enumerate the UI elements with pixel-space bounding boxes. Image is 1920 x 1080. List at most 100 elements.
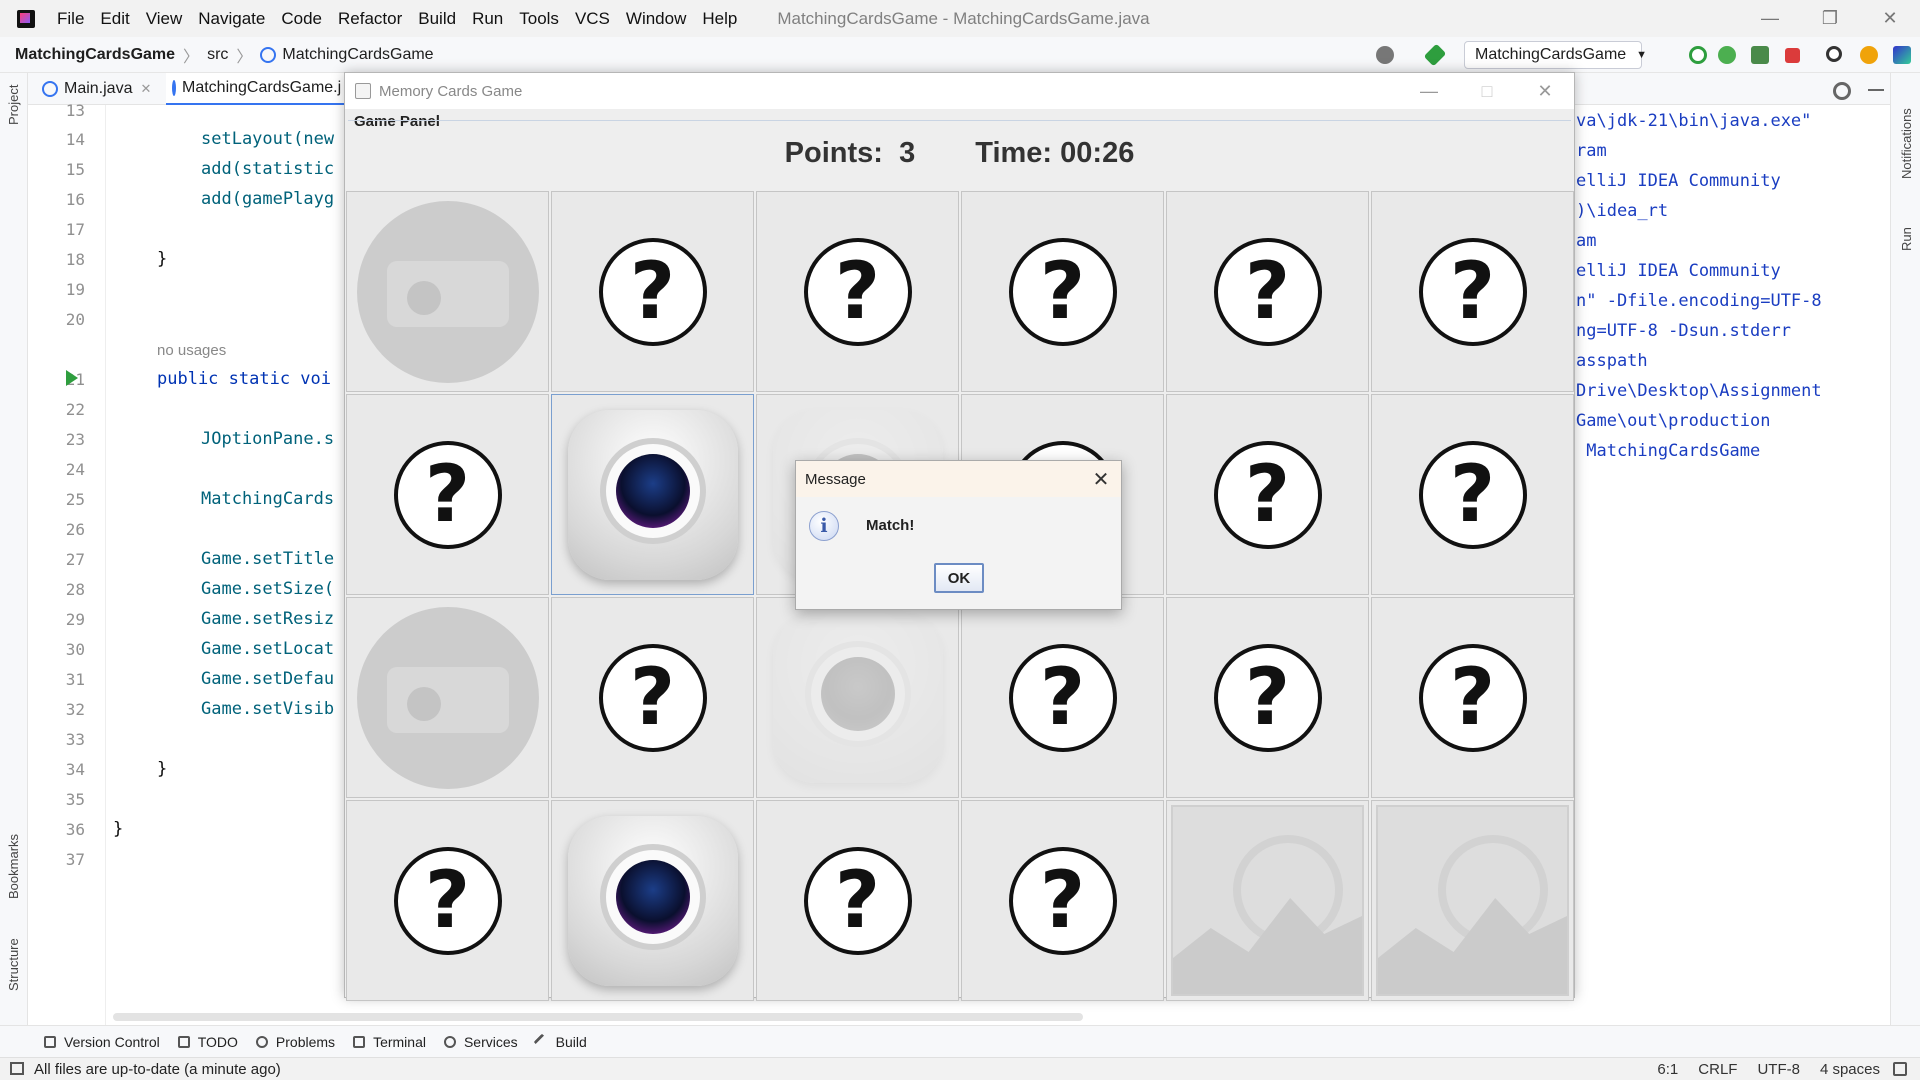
points-value: 3 bbox=[899, 137, 916, 169]
rerun-icon[interactable] bbox=[1689, 46, 1707, 64]
stop-icon[interactable] bbox=[1785, 48, 1800, 63]
menu-edit[interactable]: Edit bbox=[92, 9, 137, 29]
search-icon[interactable] bbox=[1826, 46, 1842, 62]
game-window-titlebar[interactable]: Memory Cards Game — □ ✕ bbox=[345, 73, 1574, 109]
menu-run[interactable]: Run bbox=[464, 9, 511, 29]
menu-vcs[interactable]: VCS bbox=[567, 9, 618, 29]
horizontal-scrollbar[interactable] bbox=[113, 1013, 1083, 1021]
minimize-icon[interactable]: — bbox=[1740, 0, 1800, 37]
card-8[interactable] bbox=[551, 394, 754, 595]
todo-label: TODO bbox=[197, 1033, 238, 1050]
user-icon[interactable] bbox=[1376, 46, 1394, 64]
card-4[interactable]: ? bbox=[961, 191, 1164, 392]
indent-setting[interactable]: 4 spaces bbox=[1820, 1061, 1880, 1078]
breadcrumb-project[interactable]: MatchingCardsGame bbox=[0, 46, 175, 64]
menu-view[interactable]: View bbox=[138, 9, 191, 29]
status-message[interactable]: All files are up-to-date (a minute ago) bbox=[34, 1061, 281, 1078]
card-16[interactable]: ? bbox=[961, 597, 1164, 798]
notifications-tool-label[interactable]: Notifications bbox=[1899, 108, 1914, 179]
project-tool-label[interactable]: Project bbox=[6, 85, 21, 125]
card-1[interactable] bbox=[346, 191, 549, 392]
camera-icon bbox=[567, 815, 738, 986]
plugin-icon[interactable] bbox=[1893, 46, 1911, 64]
update-icon[interactable] bbox=[1860, 46, 1878, 64]
menu-refactor[interactable]: Refactor bbox=[330, 9, 410, 29]
code-line-16: add(gamePlayg bbox=[201, 189, 335, 209]
card-12[interactable]: ? bbox=[1371, 394, 1574, 595]
card-6[interactable]: ? bbox=[1371, 191, 1574, 392]
run-console[interactable]: va\jdk-21\bin\java.exe" ram elliJ IDEA C… bbox=[1560, 105, 1890, 805]
card-13[interactable] bbox=[346, 597, 549, 798]
breadcrumb-folder[interactable]: src bbox=[207, 46, 228, 64]
menu-code[interactable]: Code bbox=[273, 9, 330, 29]
line-separator[interactable]: CRLF bbox=[1698, 1061, 1737, 1078]
card-23[interactable] bbox=[1166, 800, 1369, 1001]
dialog-titlebar[interactable]: Message ✕ bbox=[796, 461, 1121, 497]
menu-file[interactable]: File bbox=[49, 9, 92, 29]
card-21[interactable]: ? bbox=[756, 800, 959, 1001]
terminal-tab[interactable]: Terminal bbox=[353, 1034, 426, 1050]
photo-icon bbox=[1171, 805, 1364, 996]
menu-tools[interactable]: Tools bbox=[511, 9, 567, 29]
minimize-icon[interactable]: — bbox=[1405, 73, 1453, 109]
card-19[interactable]: ? bbox=[346, 800, 549, 1001]
menu-navigate[interactable]: Navigate bbox=[190, 9, 273, 29]
hammer-icon[interactable] bbox=[1423, 43, 1447, 67]
toggle-tool-windows-icon[interactable] bbox=[10, 1062, 24, 1075]
tab-label: MatchingCardsGame.j bbox=[182, 79, 342, 96]
maximize-icon: □ bbox=[1481, 80, 1493, 101]
tab-main-java[interactable]: Main.java ✕ bbox=[36, 73, 164, 105]
gear-icon[interactable] bbox=[1833, 82, 1851, 100]
run-tool-label[interactable]: Run bbox=[1899, 227, 1914, 251]
question-mark-icon: ? bbox=[1418, 440, 1527, 549]
menu-help[interactable]: Help bbox=[694, 9, 745, 29]
bookmarks-tool-label[interactable]: Bookmarks bbox=[6, 834, 21, 899]
ok-button[interactable]: OK bbox=[934, 563, 984, 593]
version-control-tab[interactable]: Version Control bbox=[44, 1034, 160, 1050]
console-line: ng=UTF-8 -Dsun.stderr bbox=[1576, 321, 1791, 341]
build-tab[interactable]: Build bbox=[533, 1033, 587, 1050]
services-tab[interactable]: Services bbox=[443, 1034, 518, 1050]
card-11[interactable]: ? bbox=[1166, 394, 1369, 595]
close-icon[interactable]: ✕ bbox=[1081, 461, 1121, 497]
card-24[interactable] bbox=[1371, 800, 1574, 1001]
restore-icon[interactable]: ❐ bbox=[1800, 0, 1860, 37]
breadcrumb-file[interactable]: MatchingCardsGame bbox=[282, 46, 433, 64]
question-mark-icon: ? bbox=[393, 440, 502, 549]
console-line: MatchingCardsGame bbox=[1576, 441, 1761, 461]
file-encoding[interactable]: UTF-8 bbox=[1757, 1061, 1800, 1078]
card-20[interactable] bbox=[551, 800, 754, 1001]
run-configuration-select[interactable]: MatchingCardsGame ▼ bbox=[1464, 41, 1647, 69]
console-line: elliJ IDEA Community bbox=[1576, 171, 1781, 191]
lock-icon[interactable] bbox=[1893, 1062, 1907, 1076]
card-2[interactable]: ? bbox=[551, 191, 754, 392]
question-mark-icon: ? bbox=[393, 846, 502, 955]
tab-matching-cards-game[interactable]: MatchingCardsGame.j bbox=[166, 73, 346, 105]
card-5[interactable]: ? bbox=[1166, 191, 1369, 392]
todo-tab[interactable]: TODO bbox=[177, 1033, 238, 1050]
structure-tool-label[interactable]: Structure bbox=[6, 938, 21, 991]
card-7[interactable]: ? bbox=[346, 394, 549, 595]
usage-hint[interactable]: no usages bbox=[157, 342, 226, 359]
menu-window[interactable]: Window bbox=[618, 9, 694, 29]
debug-icon[interactable] bbox=[1718, 46, 1736, 64]
run-gutter-icon[interactable] bbox=[66, 370, 78, 386]
close-icon[interactable]: ✕ bbox=[1521, 73, 1569, 109]
problems-tab[interactable]: Problems bbox=[255, 1034, 335, 1050]
coverage-icon[interactable] bbox=[1751, 46, 1769, 64]
caret-position[interactable]: 6:1 bbox=[1657, 1061, 1678, 1078]
card-15[interactable] bbox=[756, 597, 959, 798]
card-18[interactable]: ? bbox=[1371, 597, 1574, 798]
hide-panel-icon[interactable] bbox=[1868, 89, 1884, 91]
close-icon[interactable]: ✕ bbox=[1860, 0, 1920, 37]
line-number: 36 bbox=[65, 820, 85, 839]
card-17[interactable]: ? bbox=[1166, 597, 1369, 798]
time-label: Time: bbox=[975, 137, 1053, 169]
question-mark-icon: ? bbox=[1008, 643, 1117, 752]
card-14[interactable]: ? bbox=[551, 597, 754, 798]
card-22[interactable]: ? bbox=[961, 800, 1164, 1001]
card-3[interactable]: ? bbox=[756, 191, 959, 392]
tab-close-icon[interactable]: ✕ bbox=[140, 81, 151, 97]
menu-build[interactable]: Build bbox=[410, 9, 464, 29]
console-line: va\jdk-21\bin\java.exe" bbox=[1576, 111, 1812, 131]
